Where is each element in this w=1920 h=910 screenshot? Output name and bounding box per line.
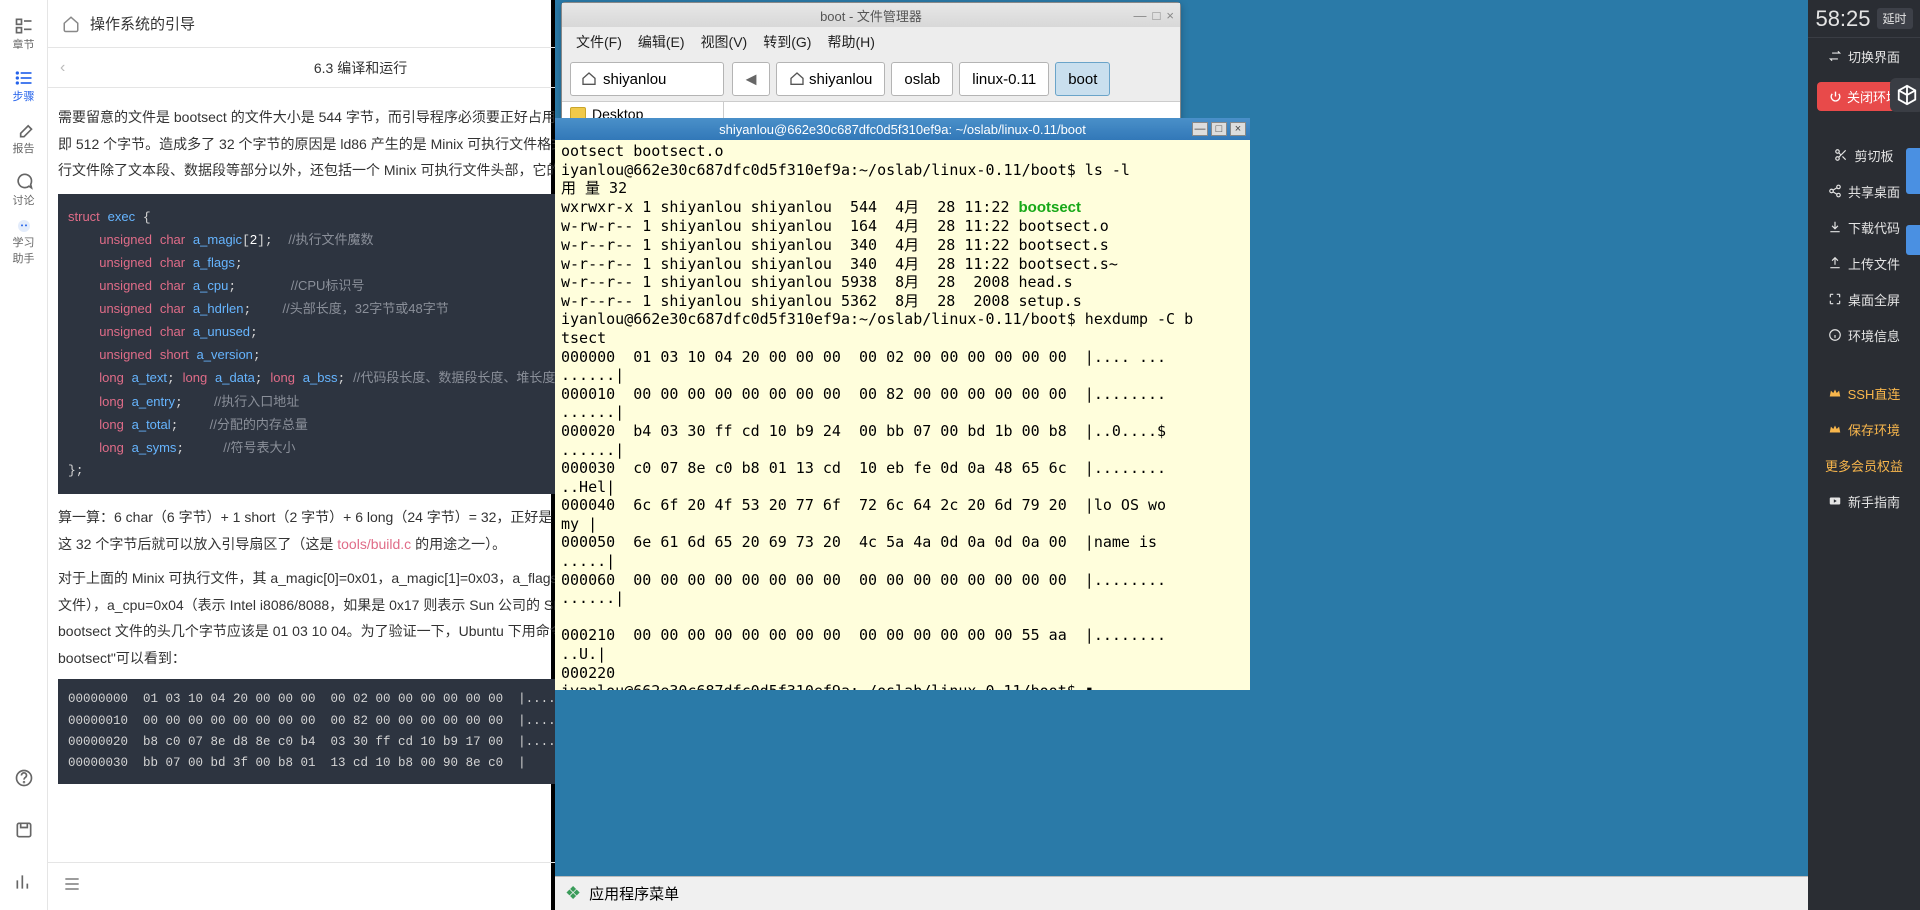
download-icon bbox=[1828, 220, 1842, 234]
list-icon bbox=[14, 16, 34, 36]
fullscreen-icon bbox=[1828, 292, 1842, 306]
crown-icon bbox=[1828, 386, 1842, 400]
info-icon bbox=[1828, 328, 1842, 342]
minimize-icon[interactable]: — bbox=[1192, 122, 1208, 136]
fm-places-selector[interactable]: shiyanlou bbox=[570, 62, 724, 96]
sidebar-chapters[interactable]: 章节 bbox=[0, 10, 48, 58]
share-desktop[interactable]: 共享桌面 bbox=[1808, 173, 1920, 209]
home-icon bbox=[581, 71, 597, 87]
upload-file[interactable]: 上传文件 bbox=[1808, 245, 1920, 281]
sidebar-assistant[interactable]: 学习助手 bbox=[0, 218, 48, 266]
collapse-handle-2[interactable] bbox=[1906, 225, 1920, 255]
prev-section[interactable]: ‹ bbox=[60, 59, 65, 77]
sidebar-discuss[interactable]: 讨论 bbox=[0, 166, 48, 214]
cube-logo[interactable] bbox=[1890, 78, 1920, 112]
fm-breadcrumb: ◄ shiyanlou oslab linux-0.11 boot bbox=[732, 62, 1110, 96]
sidebar-stats[interactable] bbox=[0, 858, 48, 906]
maximize-icon[interactable]: □ bbox=[1153, 8, 1161, 23]
remote-desktop[interactable]: boot - 文件管理器 — □ × 文件(F) 编辑(E) 视图(V) 转到(… bbox=[555, 0, 1808, 910]
help-icon bbox=[14, 768, 34, 788]
crumb[interactable]: linux-0.11 bbox=[959, 62, 1049, 96]
home-icon[interactable] bbox=[62, 15, 80, 33]
maximize-icon[interactable]: □ bbox=[1211, 122, 1227, 136]
steps-icon bbox=[14, 68, 34, 88]
file-manager-window[interactable]: boot - 文件管理器 — □ × 文件(F) 编辑(E) 视图(V) 转到(… bbox=[561, 2, 1181, 126]
edit-icon bbox=[14, 120, 34, 140]
sidebar-help[interactable] bbox=[0, 754, 48, 802]
fm-menubar: 文件(F) 编辑(E) 视图(V) 转到(G) 帮助(H) bbox=[562, 27, 1180, 57]
upload-icon bbox=[1828, 256, 1842, 270]
menu-edit[interactable]: 编辑(E) bbox=[638, 32, 685, 52]
crumb[interactable]: oslab bbox=[891, 62, 953, 96]
crumb-current[interactable]: boot bbox=[1055, 62, 1110, 96]
start-menu-label[interactable]: 应用程序菜单 bbox=[589, 883, 679, 904]
scissors-icon bbox=[1834, 148, 1848, 162]
more-benefits[interactable]: 更多会员权益 bbox=[1808, 447, 1920, 483]
crown-icon bbox=[1828, 422, 1842, 436]
crumb-home[interactable]: shiyanlou bbox=[776, 62, 885, 96]
control-panel: 58:25 延时 切换界面 关闭环境 剪切板 共享桌面 下载代码 上传文件 桌面… bbox=[1808, 0, 1920, 910]
env-info[interactable]: 环境信息 bbox=[1808, 317, 1920, 353]
start-menu-icon[interactable]: ❖ bbox=[565, 883, 581, 904]
share-icon bbox=[1828, 184, 1842, 198]
terminal-window[interactable]: shiyanlou@662e30c687dfc0d5f310ef9a: ~/os… bbox=[555, 118, 1250, 690]
minimize-icon[interactable]: — bbox=[1134, 8, 1147, 23]
fm-titlebar[interactable]: boot - 文件管理器 — □ × bbox=[562, 3, 1180, 27]
download-code[interactable]: 下载代码 bbox=[1808, 209, 1920, 245]
menu-view[interactable]: 视图(V) bbox=[701, 32, 748, 52]
sidebar-report[interactable]: 报告 bbox=[0, 114, 48, 162]
ssh-connect[interactable]: SSH直连 bbox=[1808, 375, 1920, 411]
clipboard[interactable]: 剪切板 bbox=[1808, 137, 1920, 173]
save-icon bbox=[14, 820, 34, 840]
close-icon[interactable]: × bbox=[1166, 8, 1174, 23]
terminal-output[interactable]: ootsect bootsect.o iyanlou@662e30c687dfc… bbox=[555, 140, 1250, 690]
bot-icon bbox=[14, 218, 34, 234]
collapse-handle[interactable] bbox=[1906, 148, 1920, 194]
cube-icon bbox=[1896, 84, 1918, 106]
switch-interface[interactable]: 切换界面 bbox=[1808, 38, 1920, 74]
menu-file[interactable]: 文件(F) bbox=[576, 32, 622, 52]
delay-button[interactable]: 延时 bbox=[1877, 8, 1913, 29]
chat-icon bbox=[14, 172, 34, 192]
close-icon[interactable]: × bbox=[1230, 122, 1246, 136]
swap-icon bbox=[1828, 49, 1842, 63]
term-titlebar[interactable]: shiyanlou@662e30c687dfc0d5f310ef9a: ~/os… bbox=[555, 118, 1250, 140]
stats-icon bbox=[14, 872, 34, 892]
video-icon bbox=[1828, 494, 1842, 508]
menu-go[interactable]: 转到(G) bbox=[763, 32, 811, 52]
toc-icon bbox=[62, 874, 82, 894]
nav-back[interactable]: ◄ bbox=[732, 62, 770, 96]
taskbar[interactable]: ❖ 应用程序菜单 bbox=[555, 876, 1808, 910]
home-icon bbox=[789, 71, 805, 87]
sidebar-steps[interactable]: 步骤 bbox=[0, 62, 48, 110]
fullscreen[interactable]: 桌面全屏 bbox=[1808, 281, 1920, 317]
fm-toolbar: shiyanlou ◄ shiyanlou oslab linux-0.11 b… bbox=[562, 57, 1180, 101]
page-title: 操作系统的引导 bbox=[90, 13, 195, 34]
menu-help[interactable]: 帮助(H) bbox=[827, 32, 874, 52]
toc-button[interactable] bbox=[62, 874, 82, 899]
left-sidebar: 章节 步骤 报告 讨论 学习助手 bbox=[0, 0, 48, 910]
sidebar-save[interactable] bbox=[0, 806, 48, 854]
countdown-timer: 58:25 延时 bbox=[1808, 0, 1920, 38]
power-icon bbox=[1829, 90, 1842, 103]
save-env[interactable]: 保存环境 bbox=[1808, 411, 1920, 447]
beginner-guide[interactable]: 新手指南 bbox=[1808, 483, 1920, 519]
